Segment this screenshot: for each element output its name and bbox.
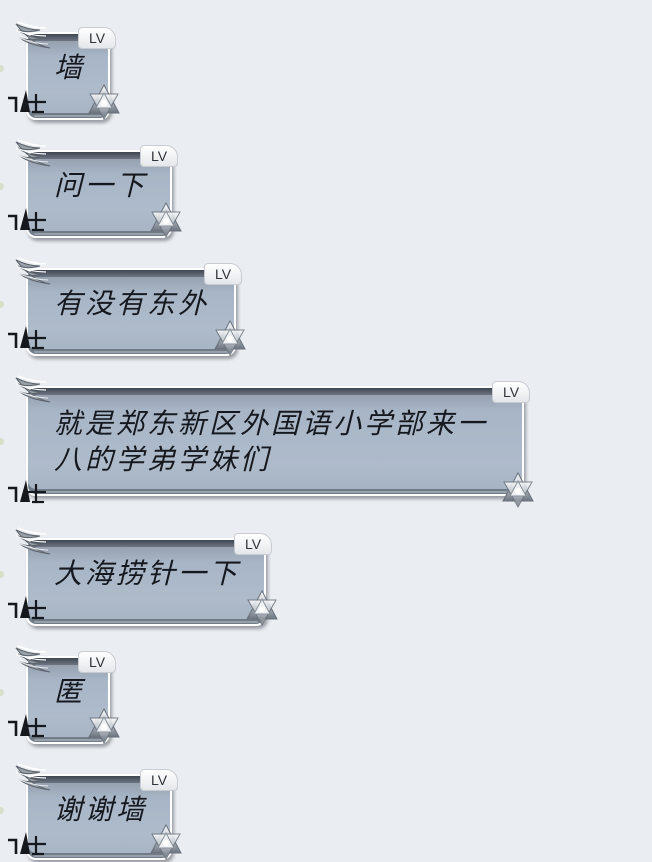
wing-icon: [10, 524, 54, 558]
level-badge: LV: [140, 769, 178, 791]
wing-icon: [10, 254, 54, 288]
glyph-icon: [6, 88, 48, 114]
level-badge: LV: [78, 27, 116, 49]
edge-indicator: [0, 571, 4, 578]
message-text: 有没有东外: [54, 287, 210, 320]
message-text: 大海捞针一下: [54, 557, 241, 590]
chat-bubble[interactable]: 大海捞针一下 LV: [26, 533, 272, 626]
glyph-icon: [6, 206, 48, 232]
level-badge: LV: [140, 145, 178, 167]
message-text: 就是郑东新区外国语小学部来一: [54, 407, 489, 440]
level-badge: LV: [78, 651, 116, 673]
wing-icon: [10, 372, 54, 406]
edge-indicator: [0, 301, 4, 308]
chat-bubble[interactable]: 有没有东外 LV: [26, 263, 242, 356]
star-icon: [500, 472, 536, 508]
star-icon: [86, 84, 122, 120]
message-text: 谢谢墙: [54, 793, 148, 826]
message-row: 就是郑东新区外国语小学部来一 八的学弟学妹们 LV: [0, 372, 652, 510]
star-icon: [86, 708, 122, 744]
star-icon: [244, 590, 280, 626]
edge-indicator: [0, 65, 4, 72]
message-row: 墙 LV: [0, 18, 652, 120]
level-badge: LV: [204, 263, 242, 285]
message-text: 问一下: [54, 169, 148, 202]
edge-indicator: [0, 438, 4, 445]
message-text: 墙: [54, 51, 86, 84]
star-icon: [212, 320, 248, 356]
wing-icon: [10, 642, 54, 676]
message-row: 大海捞针一下 LV: [0, 524, 652, 626]
level-badge: LV: [492, 381, 530, 403]
wing-icon: [10, 760, 54, 794]
message-row: 有没有东外 LV: [0, 254, 652, 356]
glyph-icon: [6, 712, 48, 738]
wing-icon: [10, 136, 54, 170]
glyph-icon: [6, 324, 48, 350]
chat-bubble[interactable]: 就是郑东新区外国语小学部来一 八的学弟学妹们 LV: [26, 381, 530, 496]
message-text-line-2: 八的学弟学妹们: [54, 443, 272, 476]
star-icon: [148, 202, 184, 238]
edge-indicator: [0, 807, 4, 814]
edge-indicator: [0, 689, 4, 696]
chat-message-list[interactable]: 墙 LV 问一下 LV 有没有东外 LV 就是郑东新区外国语小学部来一 八的学弟…: [0, 0, 652, 862]
glyph-icon: [6, 594, 48, 620]
message-row: 谢谢墙 LV: [0, 760, 652, 862]
level-badge: LV: [234, 533, 272, 555]
wing-icon: [10, 18, 54, 52]
glyph-icon: [6, 478, 48, 504]
edge-indicator: [0, 183, 4, 190]
message-text: 匿: [54, 675, 86, 708]
glyph-icon: [6, 830, 48, 856]
message-row: 匿 LV: [0, 642, 652, 744]
star-icon: [148, 824, 184, 860]
message-row: 问一下 LV: [0, 136, 652, 238]
